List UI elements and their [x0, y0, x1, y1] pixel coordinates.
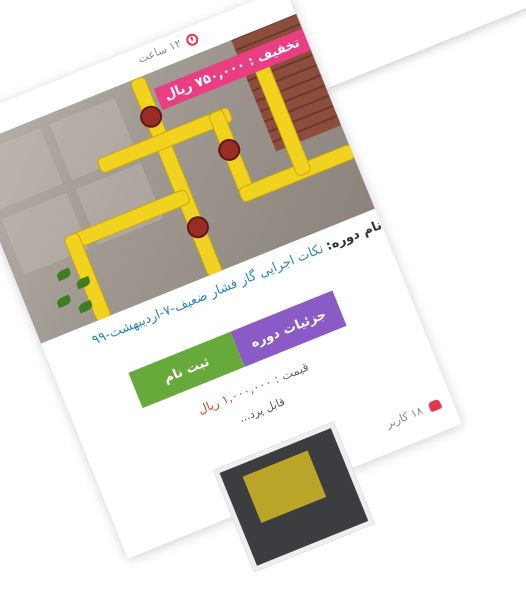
price-label: قیمت : — [271, 359, 311, 387]
users-icon — [427, 398, 443, 413]
clock-icon — [184, 31, 201, 48]
previous-course-card — [285, 0, 526, 89]
users-count-text: ۱۸ کاربر — [384, 404, 425, 431]
course-card-container: ۱۲ ساعت تخفیف : ۷۵۰,۰۰۰ ریال نام دوره: ن… — [0, 0, 462, 573]
users-count: ۱۸ کاربر — [384, 397, 443, 431]
course-card: ۱۲ ساعت تخفیف : ۷۵۰,۰۰۰ ریال نام دوره: ن… — [0, 0, 462, 573]
next-course-image[interactable] — [213, 421, 375, 573]
